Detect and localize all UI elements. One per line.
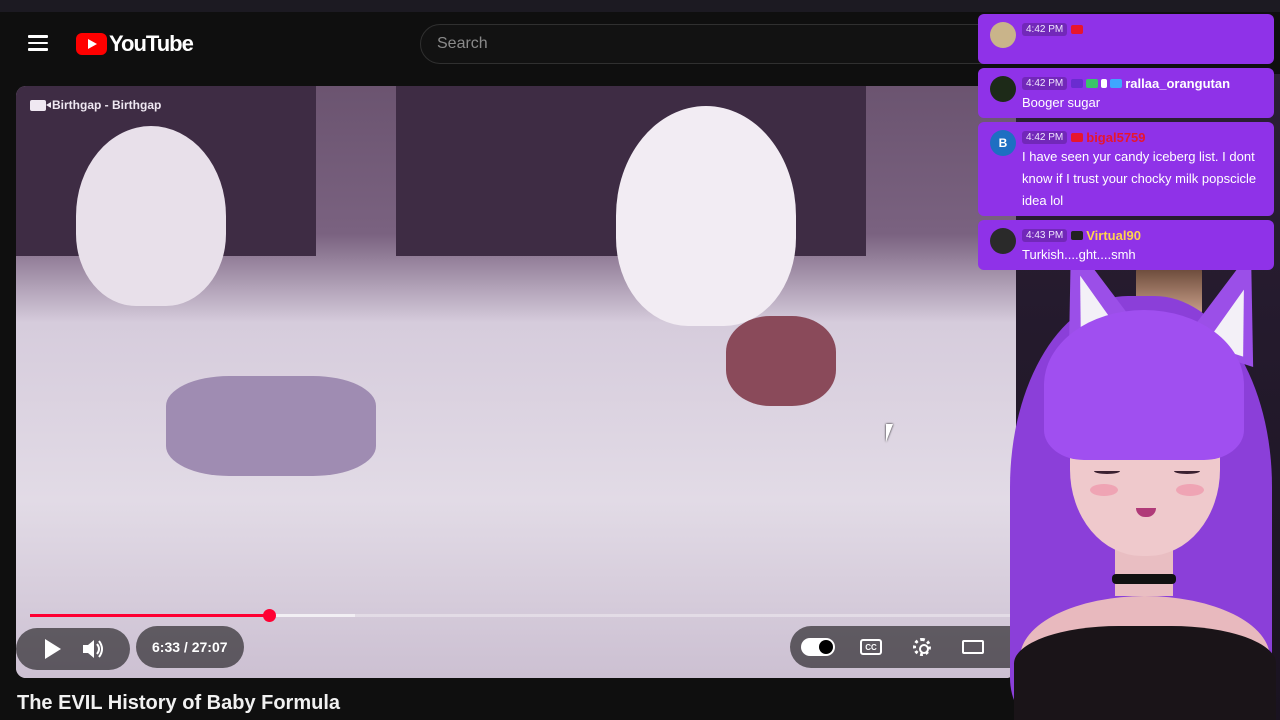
settings-icon [913, 638, 931, 656]
search-bar[interactable] [420, 24, 1040, 64]
progress-scrubber[interactable] [262, 609, 276, 622]
chat-timestamp: 4:42 PM [1022, 22, 1068, 36]
settings-button[interactable] [896, 626, 948, 668]
verified-badge-icon [1086, 78, 1099, 88]
avatar-bangs [1044, 310, 1244, 460]
video-watermark: Birthgap - Birthgap [30, 98, 161, 112]
time-display: 6:33 / 27:07 [136, 626, 244, 668]
video-title: The EVIL History of Baby Formula [17, 692, 341, 714]
chat-timestamp: 4:42 PM [1022, 76, 1068, 90]
autoplay-toggle[interactable] [790, 626, 846, 668]
youtube-logo[interactable]: YouTube [76, 30, 194, 58]
chat-message: 4:42 PM rallaa_orangutan Booger sugar [978, 68, 1274, 118]
captions-icon: CC [860, 639, 882, 655]
chat-text: Turkish....ght....smh [1022, 247, 1136, 262]
chat-avatar [990, 22, 1016, 48]
video-figure-baby-left [166, 376, 376, 476]
chat-timestamp: 4:42 PM [1022, 130, 1068, 144]
avatar-eye-right [1174, 468, 1200, 474]
avatar-top [1014, 626, 1276, 720]
video-player[interactable]: Birthgap - Birthgap 6:33 / 27:07 CC [16, 86, 1016, 678]
chat-avatar: B [990, 130, 1016, 156]
time-separator: / [180, 639, 192, 655]
chat-message: B 4:42 PM bigal5759 I have seen yur cand… [978, 122, 1274, 216]
menu-icon[interactable] [24, 32, 52, 56]
video-figure-baby-right [726, 316, 836, 406]
twitch-badge-icon [1071, 78, 1084, 88]
chat-text: I have seen yur candy iceberg list. I do… [1022, 149, 1257, 208]
camera-icon [30, 99, 51, 111]
chat-username: Virtual90 [1086, 227, 1141, 243]
youtube-badge-icon [1071, 132, 1084, 142]
chat-overlay: 4:42 PM 4:42 PM rallaa_orangutan Booger … [978, 0, 1276, 272]
duration: 27:07 [191, 639, 228, 655]
captions-button[interactable]: CC [846, 626, 896, 668]
chat-text: Booger sugar [1022, 95, 1101, 110]
progress-played [30, 614, 269, 617]
chat-message: 4:42 PM [978, 14, 1274, 64]
video-figure-nurse-right [616, 106, 796, 326]
play-icon [45, 639, 61, 659]
chat-username: bigal5759 [1086, 129, 1146, 145]
chat-message: 4:43 PM Virtual90 Turkish....ght....smh [978, 220, 1274, 270]
play-button[interactable] [30, 628, 72, 670]
watermark-text: Birthgap - Birthgap [52, 98, 162, 112]
mouse-cursor-icon [886, 424, 900, 442]
chat-avatar [990, 76, 1016, 102]
volume-button[interactable] [72, 628, 114, 670]
autoplay-toggle-icon [801, 638, 835, 656]
prime-badge-icon [1110, 78, 1123, 88]
vtuber-avatar [990, 226, 1280, 720]
video-figure-nurse-left [76, 126, 226, 306]
right-controls: CC [790, 626, 1016, 668]
screen: YouTube Birthgap - Birthgap [0, 0, 1280, 720]
youtube-logo-icon [76, 33, 107, 55]
channel-badge-icon [1071, 230, 1084, 240]
chat-avatar [990, 228, 1016, 254]
current-time: 6:33 [152, 639, 181, 655]
search-input[interactable] [437, 35, 1039, 53]
volume-icon [83, 640, 103, 658]
left-controls [16, 628, 130, 670]
chat-timestamp: 4:43 PM [1022, 228, 1068, 242]
youtube-badge-icon [1071, 24, 1084, 34]
progress-bar[interactable] [30, 609, 1016, 622]
avatar-blush-left [1090, 484, 1118, 496]
logo-text: YouTube [109, 31, 194, 56]
theater-mode-icon [962, 640, 984, 654]
chat-username: rallaa_orangutan [1125, 75, 1231, 91]
avatar-eye-left [1094, 468, 1120, 474]
avatar-blush-right [1176, 484, 1204, 496]
avatar-choker [1112, 574, 1176, 584]
sub-badge-icon [1101, 78, 1108, 88]
